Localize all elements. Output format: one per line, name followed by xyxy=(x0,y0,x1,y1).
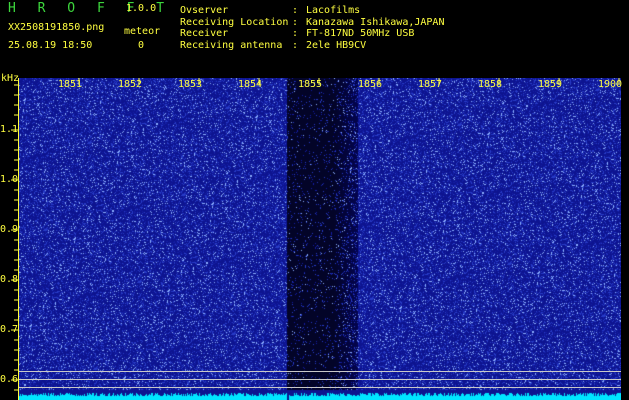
info-label: Receiver xyxy=(180,28,229,39)
station-info: Ovserver : Lacofilms Receiving Location … xyxy=(180,5,444,51)
info-separator: : xyxy=(292,16,299,28)
info-value: 2ele HB9CV xyxy=(306,39,367,51)
info-label: Ovserver xyxy=(180,5,229,16)
y-tick-label: 1.0 xyxy=(0,174,19,185)
info-row-receiver: Receiver : FT-817ND 50MHz USB xyxy=(180,28,444,40)
datetime: 25.08.19 18:50 xyxy=(8,40,93,51)
x-tick-label: 1853 xyxy=(178,79,203,90)
info-label: Receiving antenna xyxy=(180,39,283,51)
meteor-count: 0 xyxy=(138,40,145,51)
info-separator: : xyxy=(292,5,299,16)
meteor-label: meteor xyxy=(124,26,161,37)
spectrogram-noise xyxy=(19,78,621,400)
info-separator: : xyxy=(292,39,299,51)
info-value: Kanazawa Ishikawa,JAPAN xyxy=(306,16,445,28)
header-panel: H R O F F T 1.0.0 XX2508191850.png meteo… xyxy=(0,0,629,78)
info-separator: : xyxy=(292,28,299,39)
x-tick-label: 1852 xyxy=(118,79,143,90)
x-tick-label: 1857 xyxy=(418,79,443,90)
info-row-location: Receiving Location : Kanazawa Ishikawa,J… xyxy=(180,17,444,29)
file-name: XX2508191850.png xyxy=(8,22,105,33)
y-tick-label: 0.9 xyxy=(0,224,19,235)
x-tick-label: 1858 xyxy=(478,79,503,90)
info-value: Lacofilms xyxy=(306,5,361,16)
y-tick-label: 0.8 xyxy=(0,274,19,285)
x-tick-label: 1854 xyxy=(238,79,263,90)
x-tick-label: 1859 xyxy=(538,79,563,90)
info-row-observer: Ovserver : Lacofilms xyxy=(180,5,444,17)
y-tick-label: 1.1 xyxy=(0,124,19,135)
x-tick-label: 1851 xyxy=(58,79,83,90)
y-tick-label: 0.6 xyxy=(0,374,19,385)
info-row-antenna: Receiving antenna : 2ele HB9CV xyxy=(180,40,444,52)
y-tick-label: 0.7 xyxy=(0,324,19,335)
x-tick-label: 1856 xyxy=(358,79,383,90)
app-version: 1.0.0 xyxy=(126,3,157,14)
x-tick-label: 1900 xyxy=(598,79,623,90)
info-label: Receiving Location xyxy=(180,16,289,28)
spectrogram-area xyxy=(19,78,621,400)
y-axis-unit: kHz xyxy=(1,73,20,84)
x-tick-label: 1855 xyxy=(298,79,323,90)
info-value: FT-817ND 50MHz USB xyxy=(306,28,415,39)
